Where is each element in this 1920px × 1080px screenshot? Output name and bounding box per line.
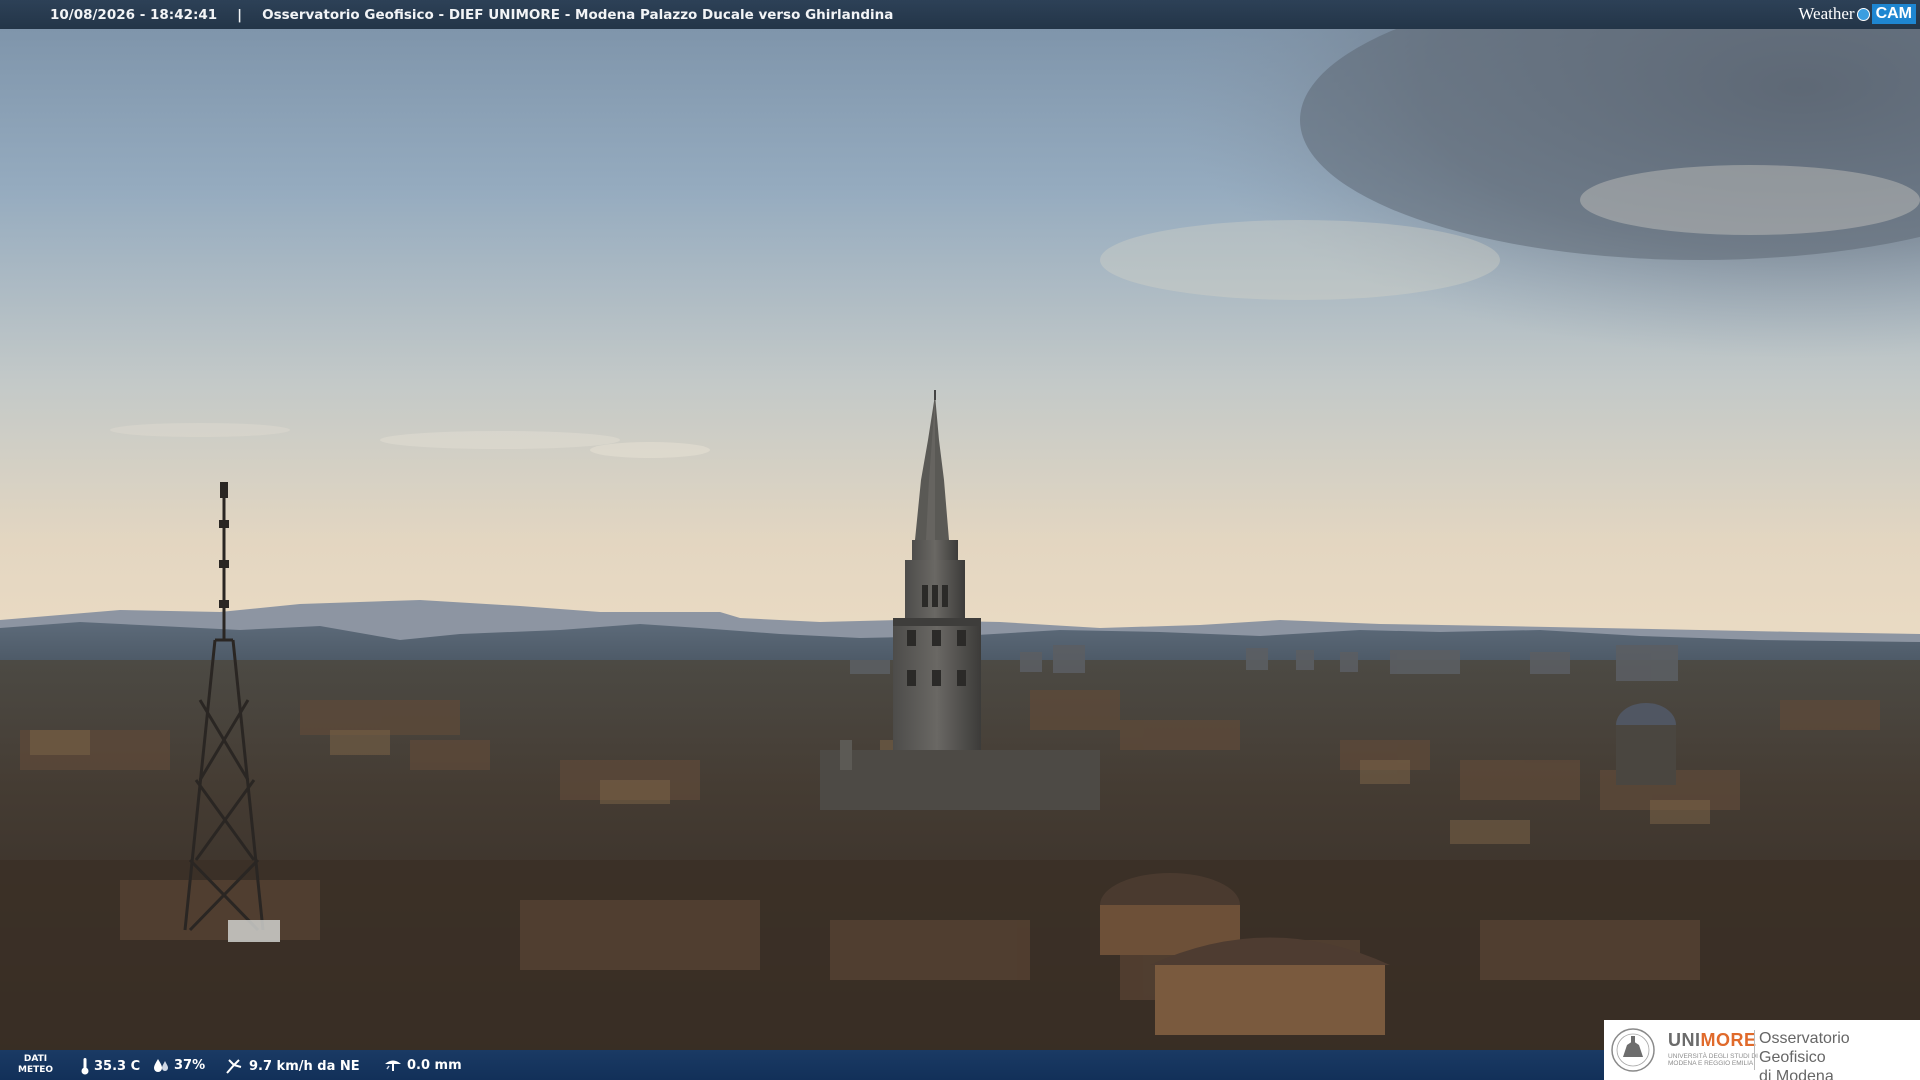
observatory-line2: di Modena (1759, 1068, 1834, 1080)
brand-cam-text: CAM (1871, 4, 1916, 24)
rain-value: 0.0 mm (407, 1057, 462, 1073)
humidity-reading: 37% (152, 1057, 205, 1073)
dati-meteo-line1: DATI (23, 1054, 48, 1064)
temperature-value: 35.3 C (94, 1058, 141, 1074)
observatory-name: Osservatorio Geofisico di Modena (1759, 1029, 1920, 1080)
weathercam-logo[interactable]: Weather CAM (1798, 3, 1916, 25)
unimore-logo-box[interactable]: UNIMORE UNIVERSITÀ DEGLI STUDI DI MODENA… (1604, 1020, 1920, 1080)
brand-dot-icon (1856, 7, 1870, 21)
wind-icon (226, 1059, 242, 1074)
temperature-reading: 35.3 C (80, 1057, 140, 1075)
brand-weather-text: Weather (1798, 4, 1855, 23)
unimore-seal-icon (1611, 1028, 1655, 1072)
rain-gauge-icon (385, 1060, 401, 1071)
unimore-subtitle: UNIVERSITÀ DEGLI STUDI DI MODENA E REGGI… (1668, 1053, 1758, 1067)
humidity-value: 37% (174, 1057, 206, 1073)
unimore-wordmark-more: MORE (1700, 1030, 1757, 1050)
timestamp: 10/08/2026 - 18:42:41 (50, 6, 218, 23)
thermometer-icon (81, 1058, 89, 1075)
unimore-wordmark: UNIMORE (1668, 1030, 1757, 1051)
wind-reading: 9.7 km/h da NE (225, 1057, 360, 1075)
unimore-wordmark-uni: UNI (1668, 1030, 1701, 1050)
city-panorama-image (0, 0, 1920, 1080)
camera-location: Osservatorio Geofisico - DIEF UNIMORE - … (262, 6, 894, 23)
dati-meteo-line2: METEO (18, 1065, 54, 1075)
logo-divider (1754, 1030, 1755, 1070)
observatory-line1: Osservatorio Geofisico (1759, 1030, 1850, 1066)
humidity-drop-icon (154, 1059, 168, 1072)
rain-reading: 0.0 mm (383, 1057, 462, 1073)
dati-meteo-label: DATI METEO (18, 1054, 53, 1076)
wind-value: 9.7 km/h da NE (249, 1058, 360, 1074)
header-separator: | (237, 6, 243, 23)
webcam-frame: 10/08/2026 - 18:42:41 | Osservatorio Geo… (0, 0, 1920, 1080)
webcam-header-bar: 10/08/2026 - 18:42:41 | Osservatorio Geo… (0, 0, 1920, 29)
